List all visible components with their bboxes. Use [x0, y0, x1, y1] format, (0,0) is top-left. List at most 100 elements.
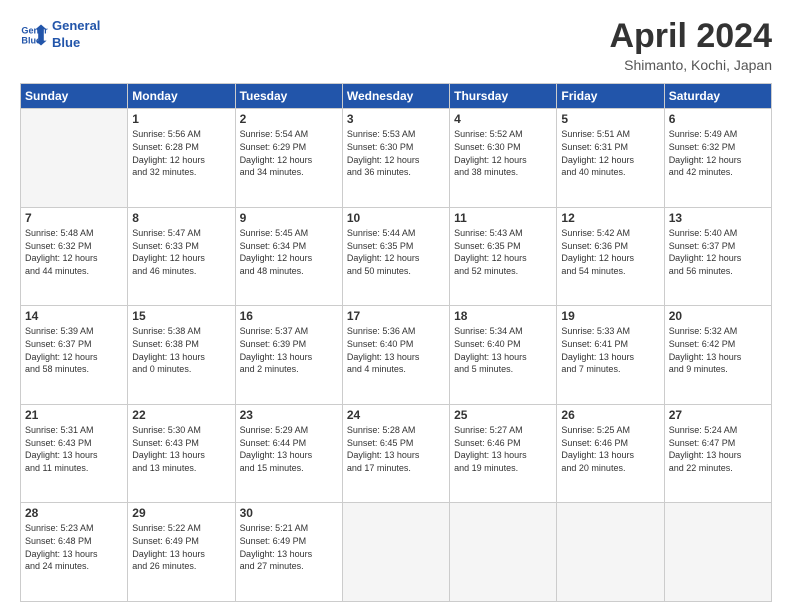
calendar-cell: 27 Sunrise: 5:24 AM Sunset: 6:47 PM Dayli… — [664, 404, 771, 503]
calendar-cell: 24Sunrise: 5:28 AM Sunset: 6:45 PM Dayli… — [342, 404, 449, 503]
day-number: 14 — [25, 309, 123, 323]
day-info: Sunrise: 5:24 AM Sunset: 6:47 PM Dayligh… — [669, 424, 767, 474]
calendar-header-friday: Friday — [557, 84, 664, 109]
day-info: Sunrise: 5:54 AM Sunset: 6:29 PM Dayligh… — [240, 128, 338, 178]
day-info: Sunrise: 5:30 AM Sunset: 6:43 PM Dayligh… — [132, 424, 230, 474]
logo-line1: General — [52, 18, 100, 35]
day-info: Sunrise: 5:44 AM Sunset: 6:35 PM Dayligh… — [347, 227, 445, 277]
calendar-header-tuesday: Tuesday — [235, 84, 342, 109]
calendar-cell: 23 Sunrise: 5:29 AM Sunset: 6:44 PM Dayli… — [235, 404, 342, 503]
calendar-header-row: SundayMondayTuesdayWednesdayThursdayFrid… — [21, 84, 772, 109]
logo-line2: Blue — [52, 35, 100, 52]
day-number: 21 — [25, 408, 123, 422]
day-info: Sunrise: 5:43 AM Sunset: 6:35 PM Dayligh… — [454, 227, 552, 277]
day-info: Sunrise: 5:45 AM Sunset: 6:34 PM Dayligh… — [240, 227, 338, 277]
header: General Blue General Blue April 2024 Shi… — [20, 18, 772, 73]
day-number: 16 — [240, 309, 338, 323]
calendar-cell: 6 Sunrise: 5:49 AM Sunset: 6:32 PM Daylig… — [664, 109, 771, 208]
calendar-cell: 3 Sunrise: 5:53 AM Sunset: 6:30 PM Daylig… — [342, 109, 449, 208]
day-number: 8 — [132, 211, 230, 225]
day-number: 3 — [347, 112, 445, 126]
calendar-week-row: 7Sunrise: 5:48 AM Sunset: 6:32 PM Daylig… — [21, 207, 772, 306]
day-info: Sunrise: 5:49 AM Sunset: 6:32 PM Dayligh… — [669, 128, 767, 178]
day-info: Sunrise: 5:39 AM Sunset: 6:37 PM Dayligh… — [25, 325, 123, 375]
day-number: 26 — [561, 408, 659, 422]
title-block: April 2024 Shimanto, Kochi, Japan — [609, 18, 772, 73]
day-number: 18 — [454, 309, 552, 323]
calendar-cell: 17 Sunrise: 5:36 AM Sunset: 6:40 PM Dayli… — [342, 306, 449, 405]
day-number: 19 — [561, 309, 659, 323]
calendar-cell: 4 Sunrise: 5:52 AM Sunset: 6:30 PM Daylig… — [450, 109, 557, 208]
day-number: 28 — [25, 506, 123, 520]
day-number: 23 — [240, 408, 338, 422]
svg-text:Blue: Blue — [21, 35, 41, 45]
day-info: Sunrise: 5:29 AM Sunset: 6:44 PM Dayligh… — [240, 424, 338, 474]
calendar-cell: 2 Sunrise: 5:54 AM Sunset: 6:29 PM Daylig… — [235, 109, 342, 208]
calendar-cell: 19 Sunrise: 5:33 AM Sunset: 6:41 PM Dayli… — [557, 306, 664, 405]
calendar-header-monday: Monday — [128, 84, 235, 109]
calendar-week-row: 14 Sunrise: 5:39 AM Sunset: 6:37 PM Dayli… — [21, 306, 772, 405]
calendar-cell: 11 Sunrise: 5:43 AM Sunset: 6:35 PM Dayli… — [450, 207, 557, 306]
calendar-cell — [557, 503, 664, 602]
calendar-cell: 30Sunrise: 5:21 AM Sunset: 6:49 PM Dayli… — [235, 503, 342, 602]
day-info: Sunrise: 5:53 AM Sunset: 6:30 PM Dayligh… — [347, 128, 445, 178]
calendar-cell: 8 Sunrise: 5:47 AM Sunset: 6:33 PM Daylig… — [128, 207, 235, 306]
day-number: 22 — [132, 408, 230, 422]
day-info: Sunrise: 5:42 AM Sunset: 6:36 PM Dayligh… — [561, 227, 659, 277]
day-number: 5 — [561, 112, 659, 126]
day-number: 9 — [240, 211, 338, 225]
calendar-cell: 25Sunrise: 5:27 AM Sunset: 6:46 PM Dayli… — [450, 404, 557, 503]
day-number: 10 — [347, 211, 445, 225]
day-info: Sunrise: 5:21 AM Sunset: 6:49 PM Dayligh… — [240, 522, 338, 572]
day-info: Sunrise: 5:34 AM Sunset: 6:40 PM Dayligh… — [454, 325, 552, 375]
calendar-cell: 21 Sunrise: 5:31 AM Sunset: 6:43 PM Dayli… — [21, 404, 128, 503]
day-info: Sunrise: 5:32 AM Sunset: 6:42 PM Dayligh… — [669, 325, 767, 375]
calendar-cell: 20 Sunrise: 5:32 AM Sunset: 6:42 PM Dayli… — [664, 306, 771, 405]
day-info: Sunrise: 5:51 AM Sunset: 6:31 PM Dayligh… — [561, 128, 659, 178]
svg-text:General: General — [21, 25, 48, 35]
day-info: Sunrise: 5:33 AM Sunset: 6:41 PM Dayligh… — [561, 325, 659, 375]
calendar-week-row: 28Sunrise: 5:23 AM Sunset: 6:48 PM Dayli… — [21, 503, 772, 602]
day-number: 11 — [454, 211, 552, 225]
day-info: Sunrise: 5:22 AM Sunset: 6:49 PM Dayligh… — [132, 522, 230, 572]
page: General Blue General Blue April 2024 Shi… — [0, 0, 792, 612]
day-info: Sunrise: 5:28 AM Sunset: 6:45 PM Dayligh… — [347, 424, 445, 474]
calendar-cell: 18 Sunrise: 5:34 AM Sunset: 6:40 PM Dayli… — [450, 306, 557, 405]
day-number: 12 — [561, 211, 659, 225]
day-info: Sunrise: 5:56 AM Sunset: 6:28 PM Dayligh… — [132, 128, 230, 178]
day-info: Sunrise: 5:25 AM Sunset: 6:46 PM Dayligh… — [561, 424, 659, 474]
calendar-header-thursday: Thursday — [450, 84, 557, 109]
day-number: 6 — [669, 112, 767, 126]
calendar-cell: 14 Sunrise: 5:39 AM Sunset: 6:37 PM Dayli… — [21, 306, 128, 405]
calendar-cell: 29 Sunrise: 5:22 AM Sunset: 6:49 PM Dayli… — [128, 503, 235, 602]
calendar-cell: 7Sunrise: 5:48 AM Sunset: 6:32 PM Daylig… — [21, 207, 128, 306]
day-info: Sunrise: 5:47 AM Sunset: 6:33 PM Dayligh… — [132, 227, 230, 277]
calendar-cell — [342, 503, 449, 602]
day-info: Sunrise: 5:38 AM Sunset: 6:38 PM Dayligh… — [132, 325, 230, 375]
day-number: 29 — [132, 506, 230, 520]
subtitle: Shimanto, Kochi, Japan — [609, 57, 772, 73]
calendar-cell: 13Sunrise: 5:40 AM Sunset: 6:37 PM Dayli… — [664, 207, 771, 306]
day-number: 2 — [240, 112, 338, 126]
calendar-cell: 16Sunrise: 5:37 AM Sunset: 6:39 PM Dayli… — [235, 306, 342, 405]
calendar-cell: 12 Sunrise: 5:42 AM Sunset: 6:36 PM Dayli… — [557, 207, 664, 306]
day-info: Sunrise: 5:27 AM Sunset: 6:46 PM Dayligh… — [454, 424, 552, 474]
day-number: 20 — [669, 309, 767, 323]
day-number: 1 — [132, 112, 230, 126]
day-number: 27 — [669, 408, 767, 422]
logo: General Blue General Blue — [20, 18, 100, 52]
day-info: Sunrise: 5:31 AM Sunset: 6:43 PM Dayligh… — [25, 424, 123, 474]
day-number: 17 — [347, 309, 445, 323]
day-number: 7 — [25, 211, 123, 225]
calendar-cell: 28Sunrise: 5:23 AM Sunset: 6:48 PM Dayli… — [21, 503, 128, 602]
calendar-cell: 26 Sunrise: 5:25 AM Sunset: 6:46 PM Dayli… — [557, 404, 664, 503]
day-info: Sunrise: 5:36 AM Sunset: 6:40 PM Dayligh… — [347, 325, 445, 375]
day-number: 4 — [454, 112, 552, 126]
month-title: April 2024 — [609, 18, 772, 55]
day-number: 15 — [132, 309, 230, 323]
calendar-week-row: 1 Sunrise: 5:56 AM Sunset: 6:28 PM Daylig… — [21, 109, 772, 208]
day-info: Sunrise: 5:52 AM Sunset: 6:30 PM Dayligh… — [454, 128, 552, 178]
calendar-cell — [664, 503, 771, 602]
calendar-cell: 22 Sunrise: 5:30 AM Sunset: 6:43 PM Dayli… — [128, 404, 235, 503]
calendar: SundayMondayTuesdayWednesdayThursdayFrid… — [20, 83, 772, 602]
